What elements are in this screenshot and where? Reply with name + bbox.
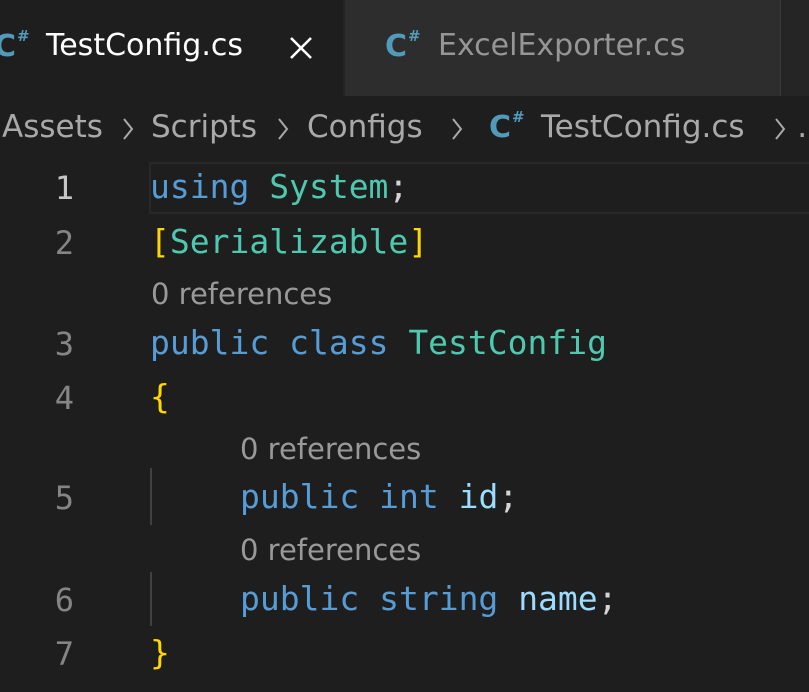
close-icon[interactable] [286,33,316,63]
line-number: 1 [54,169,74,207]
keyword-token: public [150,323,270,362]
punctuation-token: ; [597,579,618,618]
editor-tab-bar: C# TestConfig.cs C# ExcelExporter.cs [0,0,809,96]
variable-token: id [458,477,499,516]
keyword-token: int [379,477,439,516]
keyword-token: using [150,167,250,206]
indent-guide [150,468,152,525]
tab-label: TestConfig.cs [46,28,243,63]
chevron-right-icon [123,118,134,140]
code-line-6[interactable]: public string name; [240,582,618,615]
code-editor[interactable]: 1 2 3 4 5 6 7 using System; [Serializabl… [0,160,809,692]
code-line-7[interactable]: } [150,636,170,669]
tab-excelexporter[interactable]: C# ExcelExporter.cs [344,0,780,96]
punctuation-token: ; [388,167,409,206]
keyword-token: public [240,579,360,618]
breadcrumb-item-assets[interactable]: Assets [2,112,103,143]
variable-token: name [518,579,598,618]
type-token: System [269,167,389,206]
chevron-right-icon [452,118,463,140]
breadcrumb-item-scripts[interactable]: Scripts [151,112,257,143]
keyword-token: class [289,323,389,362]
breadcrumb-overflow[interactable]: … [797,112,809,143]
punctuation-token: ; [498,477,519,516]
line-number: 3 [54,325,74,363]
csharp-file-icon: C# [489,108,525,145]
type-token: TestConfig [408,323,607,362]
breadcrumb-item-configs[interactable]: Configs [307,112,423,143]
line-number: 4 [54,379,74,417]
codelens-references[interactable]: 0 references [240,435,421,464]
chevron-right-icon [775,118,786,140]
bracket-token: ] [408,222,429,261]
code-line-2[interactable]: [Serializable] [150,225,428,258]
code-line-5[interactable]: public int id; [240,480,518,513]
bracket-token: [ [150,222,170,261]
tab-overflow-area [780,0,809,96]
breadcrumb-item-file[interactable]: TestConfig.cs [541,112,745,143]
line-number: 5 [54,479,74,517]
brace-token: { [150,377,170,416]
brace-token: } [150,633,170,672]
tab-testconfig[interactable]: C# TestConfig.cs [0,0,343,96]
line-number: 6 [54,581,74,619]
csharp-file-icon: C# [0,27,30,64]
tab-label: ExcelExporter.cs [438,28,686,63]
breadcrumb: Assets Scripts Configs C# TestConfig.cs … [0,96,809,160]
code-line-4[interactable]: { [150,380,170,413]
codelens-references[interactable]: 0 references [240,536,421,565]
indent-guide [150,572,152,626]
code-line-1[interactable]: using System; [150,170,408,203]
keyword-token: string [379,579,499,618]
line-number: 2 [54,224,74,262]
line-number: 7 [54,635,74,673]
keyword-token: public [240,477,360,516]
attribute-token: Serializable [169,222,409,261]
chevron-right-icon [278,118,289,140]
codelens-references[interactable]: 0 references [151,280,332,309]
code-line-3[interactable]: public class TestConfig [150,326,607,359]
csharp-file-icon: C# [385,27,421,64]
